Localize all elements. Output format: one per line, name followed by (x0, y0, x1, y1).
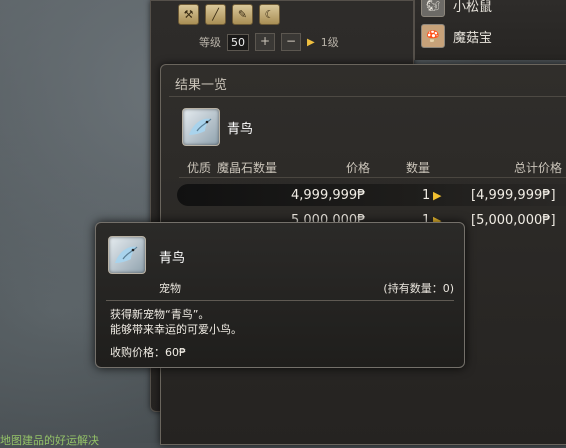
col-qty: 数量 (406, 161, 431, 175)
col-materia: 魔晶石数量 (217, 161, 278, 175)
divider (169, 96, 566, 97)
col-price: 价格 (346, 161, 371, 175)
play-arrow-icon: ▶ (307, 36, 315, 48)
col-total: 总计价格 (514, 161, 563, 175)
tooltip-sell-price: 收购价格：60₱ (110, 346, 186, 359)
hammer-icon[interactable]: ⚒ (178, 4, 199, 25)
col-quality: 优质 (187, 161, 212, 175)
item-name: 青鸟 (227, 122, 254, 137)
bluebird-icon[interactable] (182, 108, 220, 146)
item-list-panel: 🐿 小松鼠 🍄 魔菇宝 (414, 0, 566, 60)
list-item-label: 魔菇宝 (453, 30, 493, 46)
play-arrow-icon: ▶ (433, 189, 442, 202)
tooltip-item-name: 青鸟 (159, 251, 186, 266)
level-plus-button[interactable]: + (255, 33, 275, 51)
row-qty: 1 (422, 188, 431, 203)
header-divider (179, 177, 566, 178)
chisel-icon[interactable]: ✎ (232, 4, 253, 25)
tool-filter-row: ⚒ ╱ ✎ ☾ (178, 4, 280, 25)
tooltip-description: 获得新宠物“青鸟”。 能够带来幸运的可爱小鸟。 (110, 307, 242, 337)
list-item[interactable]: 🍄 魔菇宝 (421, 24, 492, 48)
squirrel-icon: 🐿 (421, 0, 445, 17)
tooltip-owned-count: (持有数量：0) (383, 282, 454, 295)
window-title: 结果一览 (175, 78, 228, 93)
mushroom-icon: 🍄 (421, 24, 445, 48)
list-item-label: 小松鼠 (453, 0, 493, 15)
level-minus-button[interactable]: − (281, 33, 301, 51)
level-label: 等级 (199, 36, 221, 49)
level-target: 1级 (320, 36, 339, 49)
row-price: 4,999,999₱ (291, 188, 366, 203)
knife-icon[interactable]: ╱ (205, 4, 226, 25)
row-total: [5,000,000₱] (471, 213, 556, 228)
tooltip-desc-line: 能够带来幸运的可爱小鸟。 (110, 323, 242, 336)
row-total: [4,999,999₱] (471, 188, 556, 203)
level-input[interactable]: 50 (227, 33, 249, 51)
list-item[interactable]: 🐿 小松鼠 (421, 0, 492, 17)
tooltip-desc-line: 获得新宠物“青鸟”。 (110, 308, 210, 321)
item-tooltip: 青鸟 宠物 (持有数量：0) 获得新宠物“青鸟”。 能够带来幸运的可爱小鸟。 收… (95, 222, 465, 368)
chat-log-line: 地图建品的好运解决 (0, 434, 99, 447)
tooltip-category: 宠物 (159, 282, 181, 295)
sickle-icon[interactable]: ☾ (259, 4, 280, 25)
level-filter: 等级 50 + − ▶ 1级 (199, 33, 339, 51)
divider (106, 300, 454, 301)
bluebird-icon (108, 236, 146, 274)
